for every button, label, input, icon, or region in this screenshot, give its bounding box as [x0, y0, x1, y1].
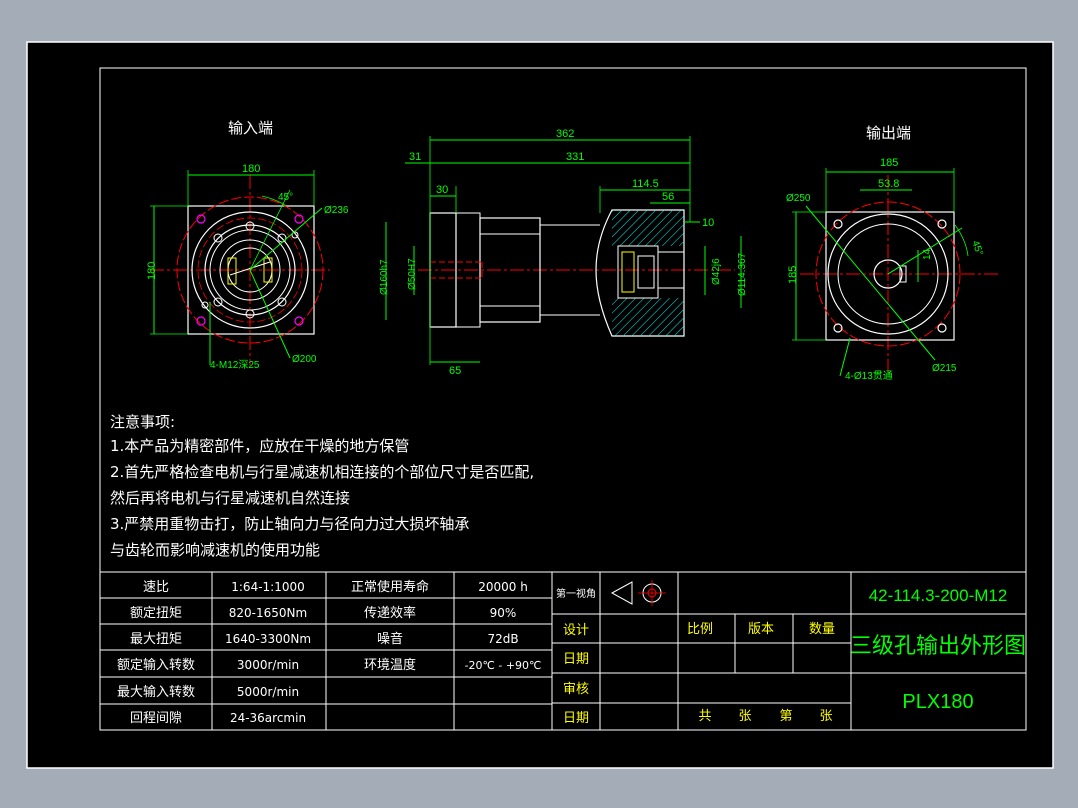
- side-key-length-dim: 56: [662, 191, 674, 203]
- output-width-dim: 185: [880, 157, 898, 169]
- side-body-dim: 331: [566, 151, 584, 163]
- side-spigot-dim: 30: [436, 184, 448, 196]
- side-bore-dim: Ø50H7: [407, 258, 418, 290]
- date-label-1: 日期: [563, 652, 589, 667]
- cad-drawing-canvas[interactable]: 输入端 输出端 180 180 45° Ø236 Ø200 4-M12深25 3…: [0, 0, 1078, 808]
- spec-val-rated-speed: 3000r/min: [237, 658, 299, 672]
- spec-key-rated-speed: 额定输入转数: [117, 657, 195, 673]
- output-offset-dim: 53.8: [878, 178, 899, 190]
- notes-title: 注意事项:: [110, 413, 175, 431]
- input-width-dim: 180: [242, 163, 260, 175]
- spec-val-life: 20000 h: [478, 580, 528, 594]
- spec-key-rated-torque: 额定扭矩: [130, 606, 182, 621]
- spec-key-backlash: 回程间隙: [130, 711, 182, 726]
- design-label: 设计: [563, 623, 589, 638]
- spec-key-efficiency: 传递效率: [364, 605, 416, 621]
- scale-label: 比例: [687, 622, 713, 637]
- spec-key-life: 正常使用寿命: [351, 579, 429, 595]
- notes-line-2: 2.首先严格检查电机与行星减速机相连接的个部位尺寸是否匹配,: [110, 463, 534, 481]
- side-base-dim: 65: [449, 365, 461, 377]
- review-label: 审核: [563, 682, 589, 697]
- spec-key-max-torque: 最大扭矩: [130, 632, 182, 647]
- side-output-dia-dim: Ø114.367: [737, 252, 748, 296]
- input-angle-dim: 45°: [278, 192, 293, 203]
- input-pcd-outer-dim: Ø236: [324, 205, 349, 216]
- spec-val-temperature: -20℃ - +90℃: [465, 659, 542, 672]
- notes-line-1: 1.本产品为精密部件，应放在干燥的地方保管: [110, 437, 409, 455]
- part-number: 42-114.3-200-M12: [869, 586, 1008, 605]
- spec-key-noise: 噪音: [377, 631, 403, 647]
- spec-val-backlash: 24-36arcmin: [230, 711, 306, 725]
- side-total-dim: 362: [556, 128, 574, 140]
- output-holes-dim: 4-Ø13贯通: [845, 370, 893, 382]
- spec-val-max-torque: 1640-3300Nm: [225, 632, 311, 646]
- model-number: PLX180: [902, 691, 973, 713]
- input-end-label: 输入端: [228, 119, 273, 137]
- side-output-length-dim: 114.5: [632, 178, 659, 190]
- spec-val-noise: 72dB: [487, 632, 518, 646]
- date-label-2: 日期: [563, 711, 589, 726]
- notes-line-4: 3.严禁用重物击打，防止轴向力与径向力过大损坏轴承: [110, 515, 469, 533]
- version-label: 版本: [748, 622, 774, 637]
- output-pcd-inner-dim: Ø215: [932, 363, 957, 374]
- side-shoulder-dim: 10: [702, 217, 714, 229]
- spec-val-rated-torque: 820-1650Nm: [229, 606, 307, 620]
- output-key-dim: 14: [922, 248, 933, 260]
- sheet-label-2: 张: [819, 709, 832, 724]
- notes-line-3: 然后再将电机与行星减速机自然连接: [110, 489, 350, 507]
- input-pcd-inner-dim: Ø200: [292, 354, 317, 365]
- spec-val-efficiency: 90%: [490, 606, 517, 620]
- sheet-label-1: 张: [738, 709, 751, 724]
- projection-label: 第一视角: [556, 587, 596, 600]
- notes-line-5: 与齿轮而影响减速机的使用功能: [110, 541, 320, 559]
- page-label: 第: [779, 709, 792, 724]
- spec-key-max-speed: 最大输入转数: [117, 684, 195, 700]
- side-pilot-dim: Ø160h7: [379, 259, 390, 295]
- total-label: 共: [698, 709, 711, 724]
- spec-key-temperature: 环境温度: [364, 657, 416, 673]
- output-height-dim: 185: [787, 266, 799, 284]
- output-pcd-outer-dim: Ø250: [786, 193, 811, 204]
- input-height-dim: 180: [146, 262, 158, 280]
- input-holes-dim: 4-M12深25: [210, 359, 260, 371]
- output-end-label: 输出端: [866, 124, 911, 142]
- spec-val-max-speed: 5000r/min: [237, 685, 299, 699]
- side-shaft-dim: Ø42j6: [711, 258, 722, 285]
- quantity-label: 数量: [809, 622, 835, 637]
- drawing-title: 三级孔输出外形图: [850, 633, 1026, 658]
- side-flange-dim: 31: [409, 151, 421, 163]
- spec-val-ratio: 1:64-1:1000: [231, 580, 305, 594]
- spec-key-ratio: 速比: [143, 580, 169, 595]
